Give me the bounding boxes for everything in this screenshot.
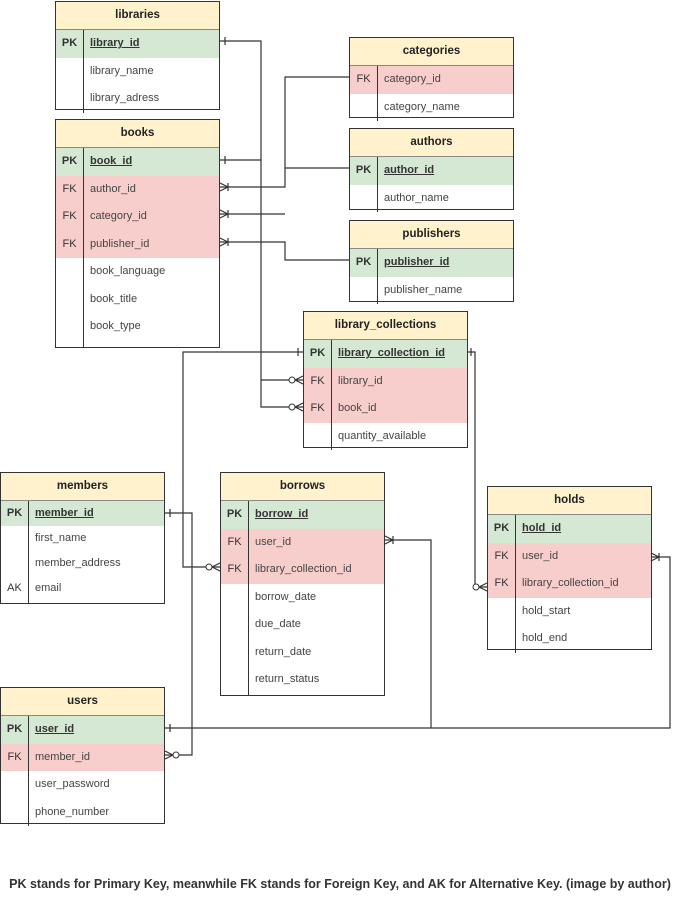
zero-marker bbox=[288, 376, 296, 384]
crows-foot-marker bbox=[219, 213, 229, 219]
zero-marker bbox=[205, 563, 213, 571]
zero-marker bbox=[472, 583, 480, 591]
rel-books-publishers bbox=[220, 241, 349, 261]
zero-marker bbox=[288, 403, 296, 411]
rel-collections-borrows bbox=[182, 351, 303, 568]
relationship-lines bbox=[164, 37, 671, 760]
rel-collections-holds bbox=[467, 351, 487, 588]
rel-books-categories bbox=[220, 76, 349, 188]
zero-marker bbox=[172, 751, 180, 759]
figure-caption: PK stands for Primary Key, meanwhile FK … bbox=[9, 877, 671, 891]
rel-members-users bbox=[165, 512, 193, 756]
rel-users-holds bbox=[165, 556, 671, 729]
rel-users-borrows bbox=[385, 539, 432, 728]
